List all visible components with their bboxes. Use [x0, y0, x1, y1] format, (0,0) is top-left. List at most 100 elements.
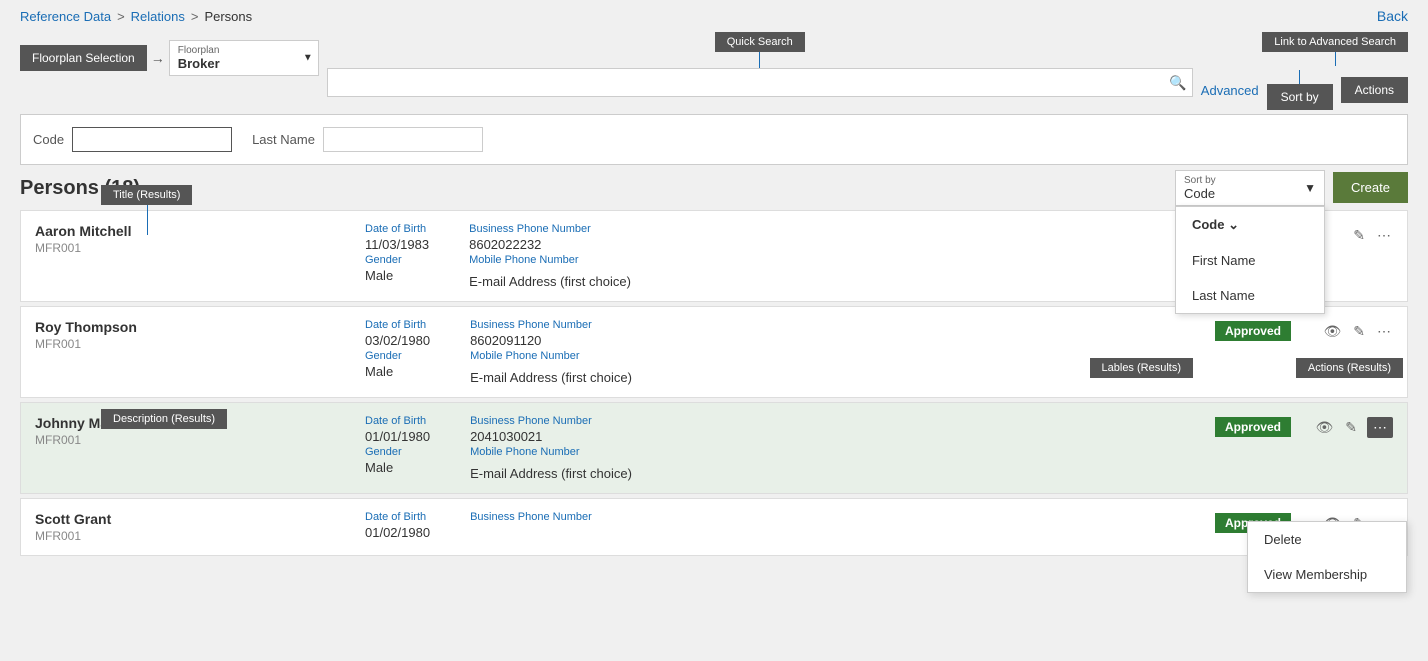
title-results-callout: Title (Results) — [101, 185, 192, 205]
sort-by-dropdown-area: Sort by Code ▼ Code ⌄ First Name Last Na… — [1175, 170, 1325, 206]
person-actions: Lables (Results) Actions (Results) 👁 ✎ ⋯ — [1313, 319, 1393, 342]
more-actions-button[interactable]: ⋯ — [1375, 321, 1393, 342]
person-actions: 👁 ✎ ⋯ — [1313, 415, 1393, 438]
person-status: Approved — [1193, 319, 1313, 341]
biz-phone-label: Business Phone Number — [470, 415, 632, 427]
gender-value: Male — [365, 460, 430, 475]
biz-phone-label: Business Phone Number — [470, 511, 592, 523]
gender-label: Gender — [365, 254, 429, 266]
floorplan-selection-button[interactable]: Floorplan Selection — [20, 45, 147, 71]
sort-option-first-name[interactable]: First Name — [1176, 243, 1324, 278]
code-field-wrap: Code — [33, 127, 232, 152]
biz-phone-value: 8602091120 — [470, 333, 632, 348]
mobile-label: Mobile Phone Number — [470, 446, 632, 458]
link-to-advanced-callout[interactable]: Link to Advanced Search — [1262, 32, 1408, 52]
person-details: Date of Birth 03/02/1980 Gender Male Bus… — [365, 319, 1193, 385]
last-name-input[interactable] — [323, 127, 483, 152]
floorplan-dropdown[interactable]: Floorplan Broker ▼ — [169, 40, 319, 76]
floorplan-arrow-right: → — [151, 50, 165, 66]
person-code: MFR001 — [35, 433, 365, 447]
search-input[interactable] — [327, 68, 1193, 97]
breadcrumb-sep-2: > — [191, 9, 199, 24]
back-link[interactable]: Back — [1377, 8, 1408, 24]
biz-phone-label: Business Phone Number — [470, 319, 632, 331]
breadcrumb-persons: Persons — [204, 9, 252, 24]
table-row: Johnny Matthews MFR001 Date of Birth 01/… — [20, 402, 1408, 494]
person-code: MFR001 — [35, 337, 365, 351]
sort-option-code[interactable]: Code ⌄ — [1176, 207, 1324, 243]
search-input-wrap: 🔍 — [327, 68, 1193, 97]
floorplan-label: Floorplan — [178, 45, 310, 56]
view-icon-button[interactable]: 👁 — [1313, 417, 1335, 438]
person-name: Roy Thompson — [35, 319, 365, 335]
floorplan-value: Broker — [178, 56, 220, 71]
view-membership-menu-item[interactable]: View Membership — [1248, 557, 1406, 592]
more-actions-button[interactable]: ⋯ — [1375, 225, 1393, 246]
sort-by-button[interactable]: Sort by — [1267, 84, 1333, 110]
last-name-label: Last Name — [252, 132, 315, 147]
labels-results-callout: Lables (Results) — [1090, 358, 1193, 378]
breadcrumb-relations[interactable]: Relations — [131, 9, 185, 24]
last-name-field-wrap: Last Name — [252, 127, 483, 152]
dob-value: 03/02/1980 — [365, 333, 430, 348]
dob-group: Date of Birth 11/03/1983 Gender Male — [365, 223, 429, 289]
search-icon-button[interactable]: 🔍 — [1169, 74, 1186, 91]
dob-label: Date of Birth — [365, 319, 430, 331]
breadcrumb-reference-data[interactable]: Reference Data — [20, 9, 111, 24]
person-code: MFR001 — [35, 241, 365, 255]
dob-value: 11/03/1983 — [365, 237, 429, 252]
description-results-callout: Description (Results) — [101, 409, 227, 429]
mobile-label: Mobile Phone Number — [470, 350, 632, 362]
gender-label: Gender — [365, 350, 430, 362]
quick-search-callout-wrap: Quick Search — [715, 32, 805, 68]
phone-group: Business Phone Number 8602091120 Mobile … — [470, 319, 632, 385]
person-info: Aaron Mitchell MFR001 — [35, 223, 365, 255]
dob-label: Date of Birth — [365, 415, 430, 427]
person-code: MFR001 — [35, 529, 365, 543]
email-label: E-mail Address (first choice) — [469, 274, 631, 289]
phone-group: Business Phone Number 2041030021 Mobile … — [470, 415, 632, 481]
person-details: Date of Birth 01/02/1980 Business Phone … — [365, 511, 1193, 540]
create-button[interactable]: Create — [1333, 172, 1408, 203]
sort-option-last-name[interactable]: Last Name — [1176, 278, 1324, 313]
quick-search-callout: Quick Search — [715, 32, 805, 52]
person-details: Date of Birth 11/03/1983 Gender Male Bus… — [365, 223, 1193, 289]
gender-value: Male — [365, 364, 430, 379]
advanced-link[interactable]: Advanced — [1201, 83, 1259, 98]
actions-button[interactable]: Actions — [1341, 77, 1408, 103]
floorplan-dropdown-arrow: ▼ — [303, 53, 313, 64]
table-row: Description (Results) Roy Thompson MFR00… — [20, 306, 1408, 398]
sort-by-chevron: ▼ — [1304, 181, 1316, 195]
gender-label: Gender — [365, 446, 430, 458]
person-name: Scott Grant — [35, 511, 365, 527]
person-status: Approved — [1193, 415, 1313, 437]
biz-phone-value: 8602022232 — [469, 237, 631, 252]
table-row: Scott Grant MFR001 Date of Birth 01/02/1… — [20, 498, 1408, 556]
breadcrumb: Reference Data > Relations > Persons — [20, 9, 252, 24]
more-actions-active-button[interactable]: ⋯ — [1367, 417, 1393, 438]
view-icon-button[interactable]: 👁 — [1321, 321, 1343, 342]
status-badge: Approved — [1215, 417, 1291, 437]
biz-phone-label: Business Phone Number — [469, 223, 631, 235]
code-input[interactable] — [72, 127, 232, 152]
phone-group: Business Phone Number 8602022232 Mobile … — [469, 223, 631, 289]
email-label: E-mail Address (first choice) — [470, 466, 632, 481]
dob-label: Date of Birth — [365, 511, 430, 523]
sort-by-label-small: Sort by — [1184, 175, 1216, 186]
person-info: Roy Thompson MFR001 — [35, 319, 365, 351]
dob-group: Date of Birth 01/02/1980 — [365, 511, 430, 540]
edit-icon-button[interactable]: ✎ — [1351, 225, 1367, 246]
person-actions: ✎ ⋯ — [1313, 223, 1393, 246]
sort-by-current-value: Code — [1184, 186, 1216, 201]
person-name: Aaron Mitchell — [35, 223, 365, 239]
phone-group: Business Phone Number — [470, 511, 592, 540]
edit-icon-button[interactable]: ✎ — [1351, 321, 1367, 342]
dob-value: 01/01/1980 — [365, 429, 430, 444]
person-details: Date of Birth 01/01/1980 Gender Male Bus… — [365, 415, 1193, 481]
code-label: Code — [33, 132, 64, 147]
dob-label: Date of Birth — [365, 223, 429, 235]
dob-group: Date of Birth 01/01/1980 Gender Male — [365, 415, 430, 481]
sort-by-select-display[interactable]: Sort by Code ▼ — [1175, 170, 1325, 206]
delete-menu-item[interactable]: Delete — [1248, 522, 1406, 557]
edit-icon-button[interactable]: ✎ — [1343, 417, 1359, 438]
